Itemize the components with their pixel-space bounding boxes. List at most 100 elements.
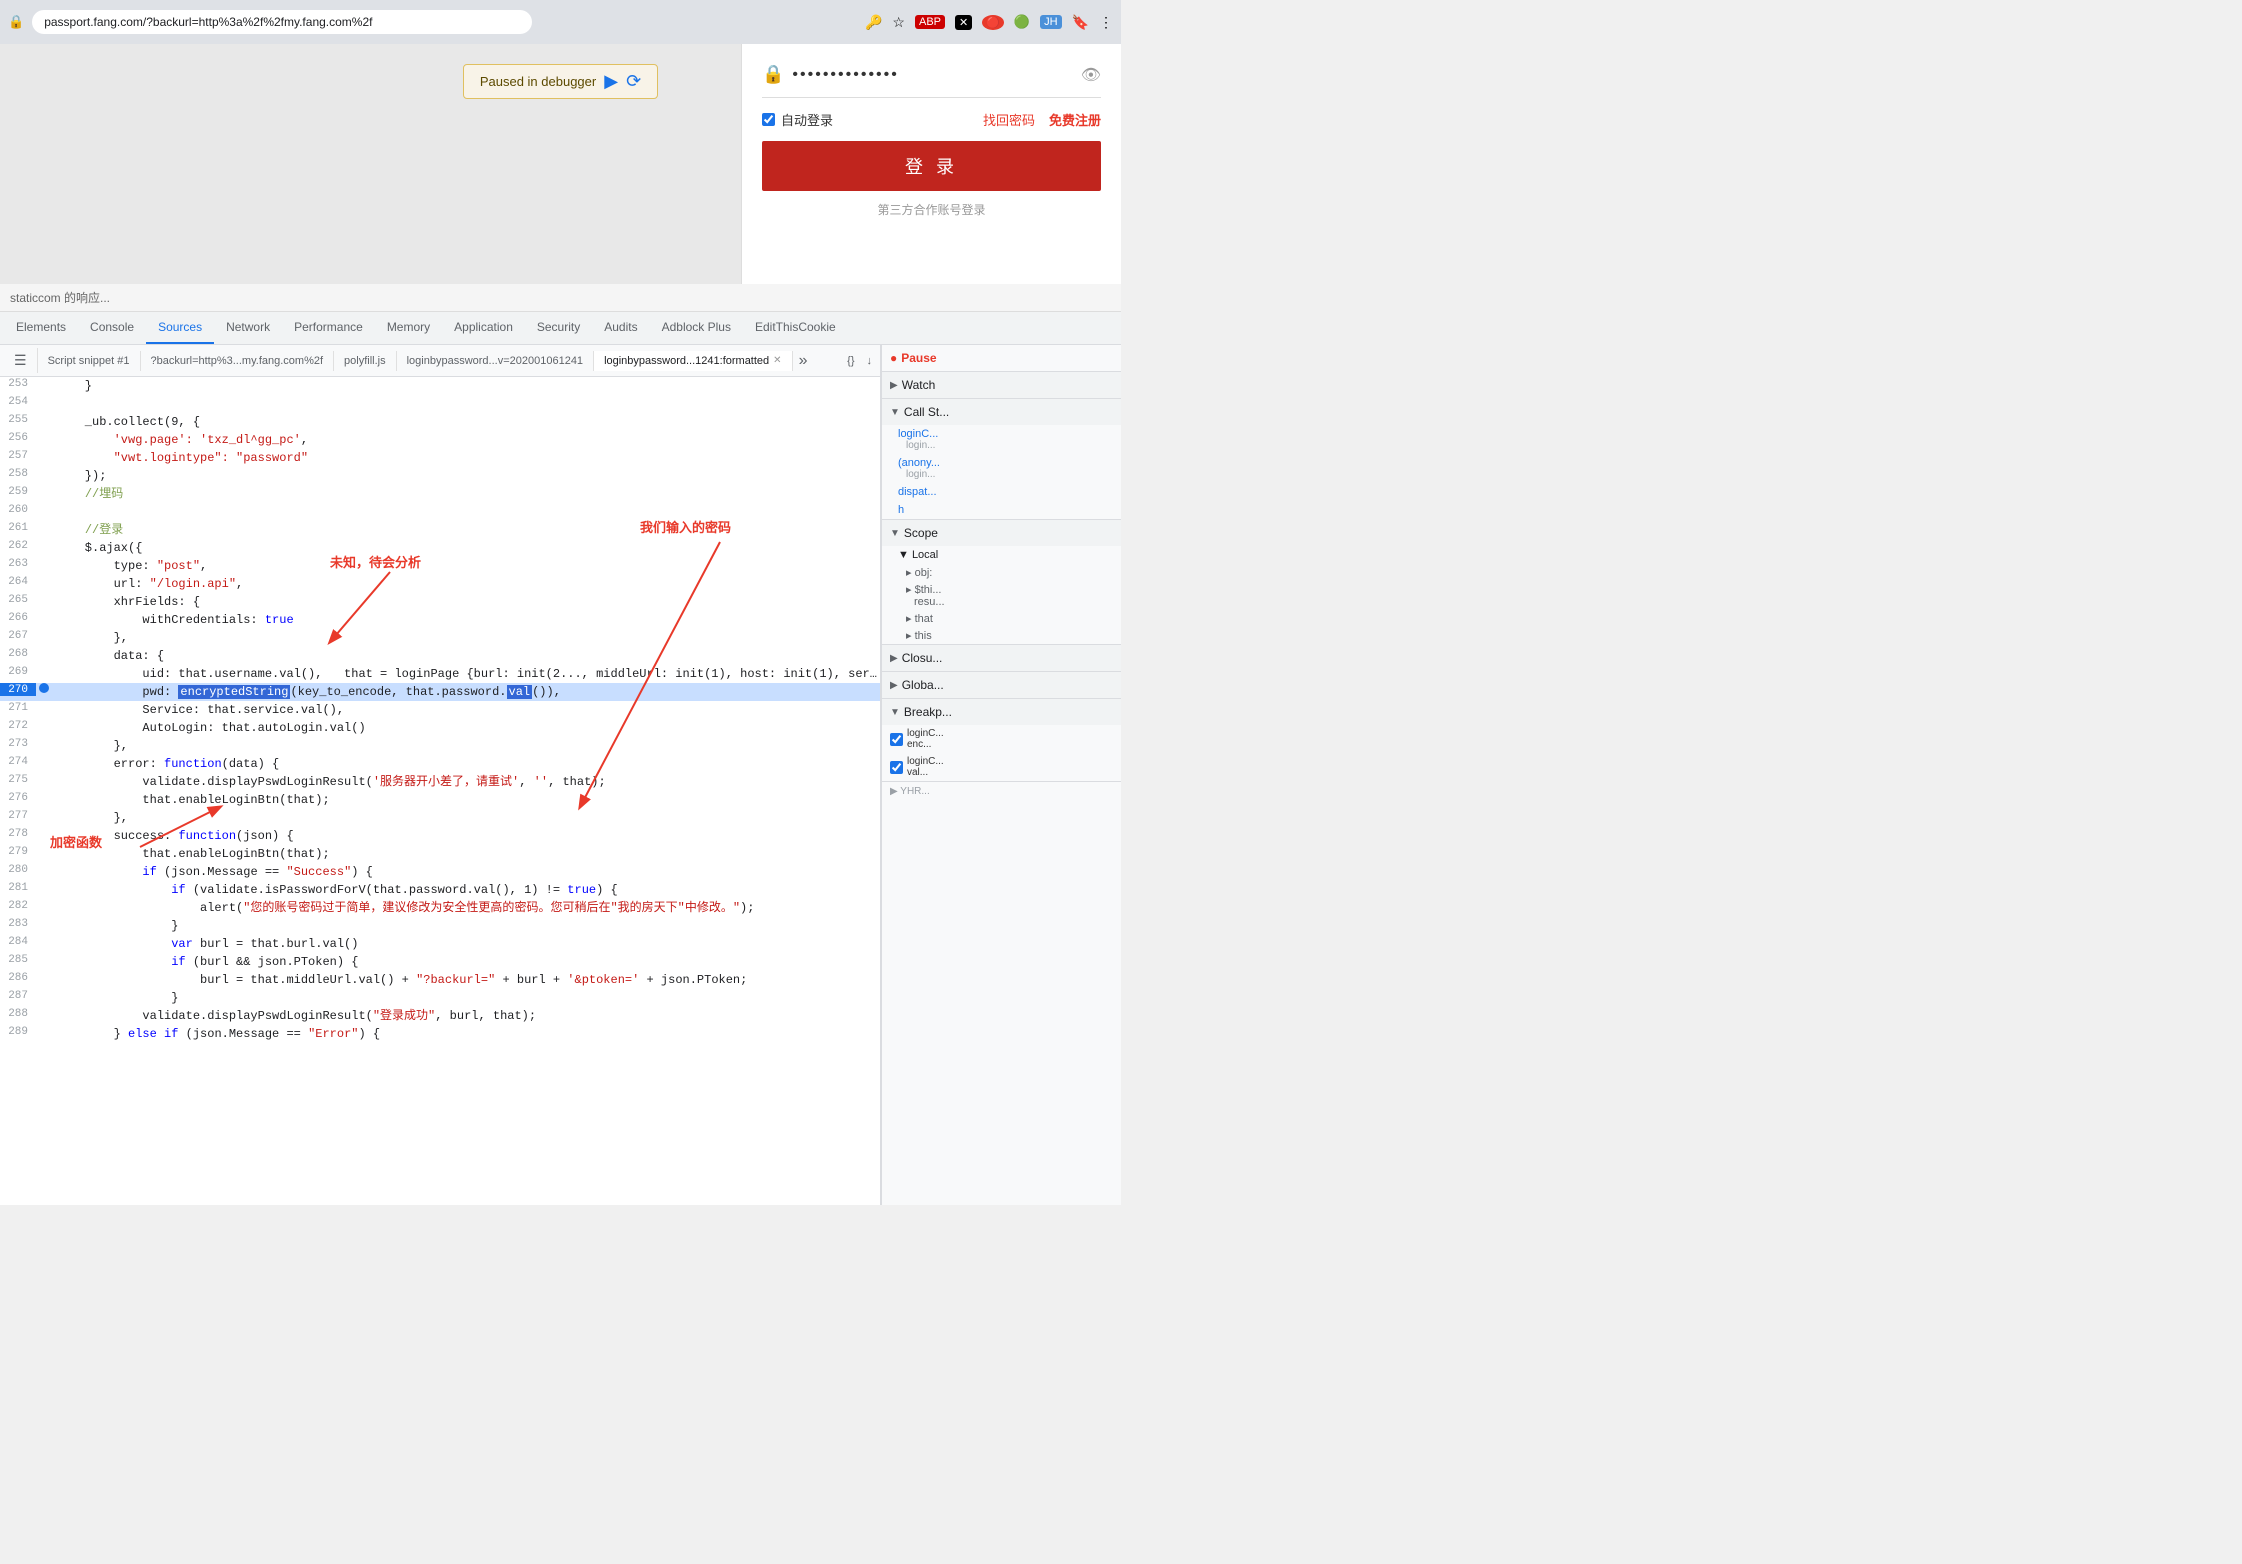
code-line-277: 277 }, (0, 809, 880, 827)
auto-login-label: 自动登录 (781, 110, 833, 129)
code-tab-login-orig[interactable]: loginbypassword...v=202001061241 (397, 351, 594, 371)
ext-icon-x[interactable]: ✕ (955, 15, 972, 30)
scope-this[interactable]: ▸ this (882, 627, 1121, 644)
tab-elements[interactable]: Elements (4, 312, 78, 344)
ext-icon-jh[interactable]: JH (1040, 15, 1061, 29)
password-field[interactable]: •••••••••••••• (792, 66, 1072, 84)
bp-checkbox-1[interactable] (890, 733, 903, 746)
code-tab-login-formatted[interactable]: loginbypassword...1241:formatted ✕ (594, 351, 793, 371)
step-button[interactable]: ⟳ (626, 71, 641, 92)
callstack-item-1[interactable]: loginC... login... (882, 425, 1121, 454)
tab-performance[interactable]: Performance (282, 312, 375, 344)
tab-security[interactable]: Security (525, 312, 592, 344)
browser-icons: 🔑 ☆ ABP ✕ 🔴 🟢 JH 🔖 ⋮ (865, 14, 1113, 31)
code-tab-polyfill[interactable]: polyfill.js (334, 351, 397, 371)
login-button[interactable]: 登 录 (762, 141, 1101, 191)
resume-button[interactable]: ▶ (604, 71, 618, 92)
code-wrapper: 253 } 254 255 _ub.collect(9, { 256 (0, 377, 880, 1205)
code-line-275: 275 validate.displayPswdLoginResult('服务器… (0, 773, 880, 791)
third-party-label: 第三方合作账号登录 (762, 201, 1101, 218)
scope-thi[interactable]: ▸ $thi... resu... (882, 581, 1121, 610)
debug-closure-header[interactable]: ▶ Closu... (882, 645, 1121, 671)
bookmark-icon[interactable]: 🔖 (1072, 14, 1089, 31)
tab-console[interactable]: Console (78, 312, 146, 344)
code-line-274: 274 error: function(data) { (0, 755, 880, 773)
ext-icon-f[interactable]: 🔴 (982, 15, 1004, 30)
code-line-284: 284 var burl = that.burl.val() (0, 935, 880, 953)
code-line-258: 258 }); (0, 467, 880, 485)
callstack-item-4[interactable]: h (882, 501, 1121, 519)
tab-application[interactable]: Application (442, 312, 525, 344)
code-line-276: 276 that.enableLoginBtn(that); (0, 791, 880, 809)
code-line-268: 268 data: { (0, 647, 880, 665)
tab-memory[interactable]: Memory (375, 312, 442, 344)
debug-breakpoints-header[interactable]: ▼ Breakp... (882, 699, 1121, 725)
auto-login-checkbox[interactable] (762, 113, 775, 126)
code-line-271: 271 Service: that.service.val(), (0, 701, 880, 719)
code-line-288: 288 validate.displayPswdLoginResult("登录成… (0, 1007, 880, 1025)
debug-scope-header[interactable]: ▼ Scope (882, 520, 1121, 546)
tab-sources[interactable]: Sources (146, 312, 214, 344)
debug-watch-header[interactable]: ▶ Watch (882, 372, 1121, 398)
ext-icon-g[interactable]: 🟢 (1014, 14, 1030, 30)
key-icon[interactable]: 🔑 (865, 14, 882, 31)
scope-that[interactable]: ▸ that (882, 610, 1121, 627)
devtools-main: ☰ Script snippet #1 ?backurl=http%3...my… (0, 345, 1121, 1205)
response-text: staticcom 的响应... (10, 291, 110, 305)
tab-audits[interactable]: Audits (592, 312, 649, 344)
close-tab-icon[interactable]: ✕ (773, 355, 781, 366)
code-tab-panel-toggle[interactable]: ☰ (4, 348, 38, 373)
code-line-283: 283 } (0, 917, 880, 935)
bp-text-1: loginC...enc... (907, 728, 944, 750)
step-into-button[interactable]: ↓ (863, 353, 877, 369)
code-tab-snippet[interactable]: Script snippet #1 (38, 351, 141, 371)
menu-icon[interactable]: ⋮ (1099, 14, 1113, 31)
callstack-label: Call St... (904, 405, 949, 419)
debug-global-header[interactable]: ▶ Globa... (882, 672, 1121, 698)
code-line-264: 264 url: "/login.api", (0, 575, 880, 593)
auto-login-row: 自动登录 找回密码 免费注册 (762, 110, 1101, 129)
code-line-281: 281 if (validate.isPasswordForV(that.pas… (0, 881, 880, 899)
callstack-item-2[interactable]: (anony... login... (882, 454, 1121, 483)
global-label: Globa... (902, 678, 944, 692)
code-line-270: 270 pwd: encryptedString(key_to_encode, … (0, 683, 880, 701)
adblock-icon[interactable]: ABP (915, 15, 945, 29)
code-line-289: 289 } else if (json.Message == "Error") … (0, 1025, 880, 1043)
find-password-link[interactable]: 找回密码 (983, 110, 1035, 129)
scope-local[interactable]: ▼ Local (882, 546, 1121, 564)
tab-editcookie[interactable]: EditThisCookie (743, 312, 848, 344)
tab-network[interactable]: Network (214, 312, 282, 344)
debug-scope-section: ▼ Scope ▼ Local ▸ obj: ▸ $thi... resu...… (882, 520, 1121, 645)
code-line-256: 256 'vwg.page': 'txz_dl^gg_pc', (0, 431, 880, 449)
breakpoint-2: loginC...val... (882, 753, 1121, 781)
code-line-254: 254 (0, 395, 880, 413)
debugger-text: Paused in debugger (480, 74, 596, 89)
code-panel: ☰ Script snippet #1 ?backurl=http%3...my… (0, 345, 881, 1205)
more-tabs-icon[interactable]: » (793, 352, 814, 370)
code-line-269: 269 uid: that.username.val(), that = log… (0, 665, 880, 683)
debug-global-section: ▶ Globa... (882, 672, 1121, 699)
code-line-262: 262 $.ajax({ (0, 539, 880, 557)
format-button[interactable]: {} (843, 353, 858, 369)
url-bar[interactable]: passport.fang.com/?backurl=http%3a%2f%2f… (32, 10, 532, 34)
scope-obj[interactable]: ▸ obj: (882, 564, 1121, 581)
page-content: Paused in debugger ▶ ⟳ 🔒 •••••••••••••• … (0, 44, 1121, 284)
debug-callstack-header[interactable]: ▼ Call St... (882, 399, 1121, 425)
code-line-255: 255 _ub.collect(9, { (0, 413, 880, 431)
response-bar: staticcom 的响应... (0, 284, 1121, 312)
breakpoints-label: Breakp... (904, 705, 952, 719)
password-row: 🔒 •••••••••••••• 👁 (762, 64, 1101, 98)
free-register-link[interactable]: 免费注册 (1049, 110, 1101, 129)
code-line-267: 267 }, (0, 629, 880, 647)
eye-icon[interactable]: 👁 (1081, 65, 1101, 85)
tab-actions: {} ↓ (843, 353, 876, 369)
code-tab-backurl[interactable]: ?backurl=http%3...my.fang.com%2f (141, 351, 335, 371)
code-line-279: 279 that.enableLoginBtn(that); (0, 845, 880, 863)
debugger-banner: Paused in debugger ▶ ⟳ (463, 64, 658, 99)
code-line-282: 282 alert("您的账号密码过于简单，建议修改为安全性更高的密码。您可稍后… (0, 899, 880, 917)
tab-adblock[interactable]: Adblock Plus (650, 312, 743, 344)
callstack-item-3[interactable]: dispat... (882, 483, 1121, 501)
bp-checkbox-2[interactable] (890, 761, 903, 774)
star-icon[interactable]: ☆ (892, 14, 905, 31)
bp-text-2: loginC...val... (907, 756, 944, 778)
